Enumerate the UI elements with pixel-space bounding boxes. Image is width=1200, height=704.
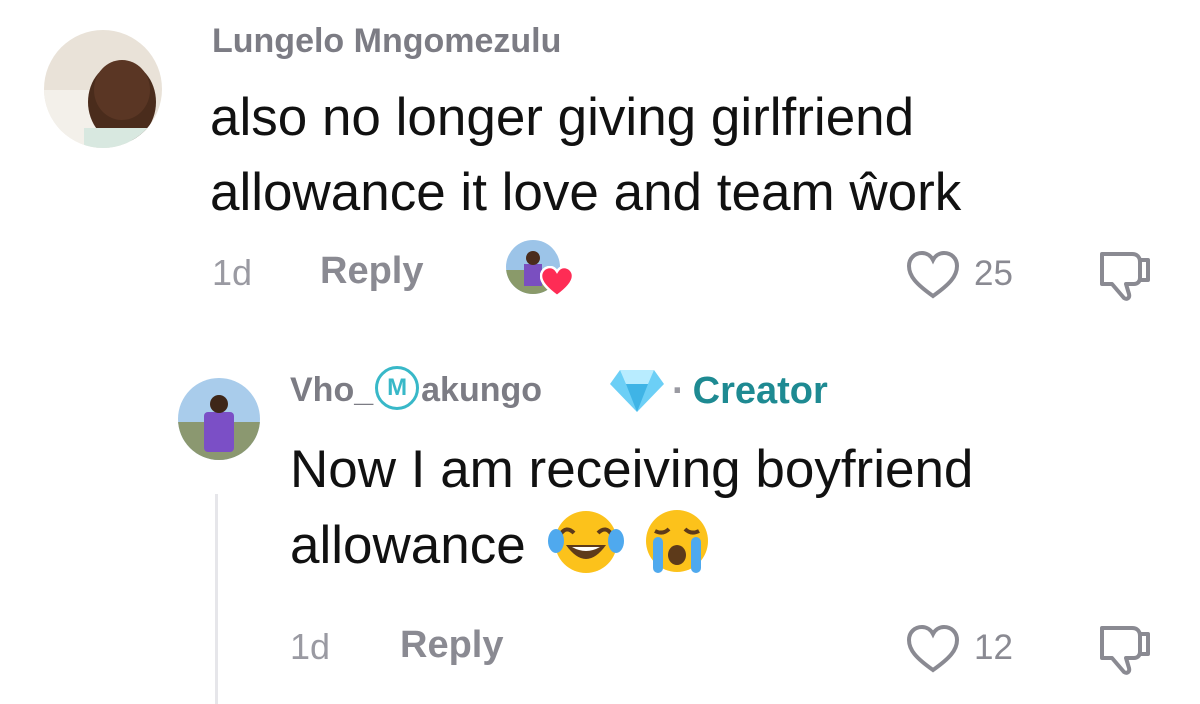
creator-liked-badge — [506, 240, 576, 300]
reply-username[interactable]: Vho_ Makungo — [290, 366, 543, 414]
separator-dot: · — [672, 370, 685, 412]
reply-text-line: Now I am receiving boyfriend — [290, 440, 974, 499]
heart-outline-icon[interactable] — [906, 624, 960, 674]
comment-text: also no longer giving girlfriend allowan… — [210, 80, 1170, 230]
diamond-icon — [610, 370, 664, 412]
reply-text-line: allowance — [290, 507, 1190, 583]
crying-emoji-icon — [646, 510, 709, 573]
thumbs-down-icon[interactable] — [1096, 248, 1156, 302]
comment-reply-button[interactable]: Reply — [320, 250, 423, 293]
reply-avatar[interactable] — [178, 378, 260, 460]
heart-outline-icon[interactable] — [906, 250, 960, 300]
comment-text-line: also no longer giving girlfriend — [210, 88, 915, 147]
reply-reply-button[interactable]: Reply — [400, 624, 503, 667]
reply-username-badge: M — [375, 366, 420, 410]
reply-creator-label: · Creator — [672, 370, 828, 413]
comment-like-count: 25 — [974, 254, 1013, 293]
thumbs-down-icon[interactable] — [1096, 622, 1156, 676]
reply-thread-line — [215, 494, 218, 704]
laughing-emoji-icon — [548, 511, 625, 573]
reply-like-count: 12 — [974, 628, 1013, 667]
reply-text-line-words: allowance — [290, 516, 526, 575]
reply-time: 1d — [290, 626, 331, 667]
reply-username-suffix: akungo — [421, 370, 543, 409]
comment-time: 1d — [212, 252, 253, 293]
reply-username-prefix: Vho_ — [290, 370, 374, 409]
heart-icon — [540, 266, 574, 298]
reply-text: Now I am receiving boyfriend allowance — [290, 432, 1190, 583]
creator-tag: Creator — [692, 370, 828, 412]
commenter-username[interactable]: Lungelo Mngomezulu — [212, 22, 561, 61]
commenter-avatar[interactable] — [44, 30, 162, 148]
comment-text-line: allowance it love and team ŵork — [210, 163, 962, 222]
